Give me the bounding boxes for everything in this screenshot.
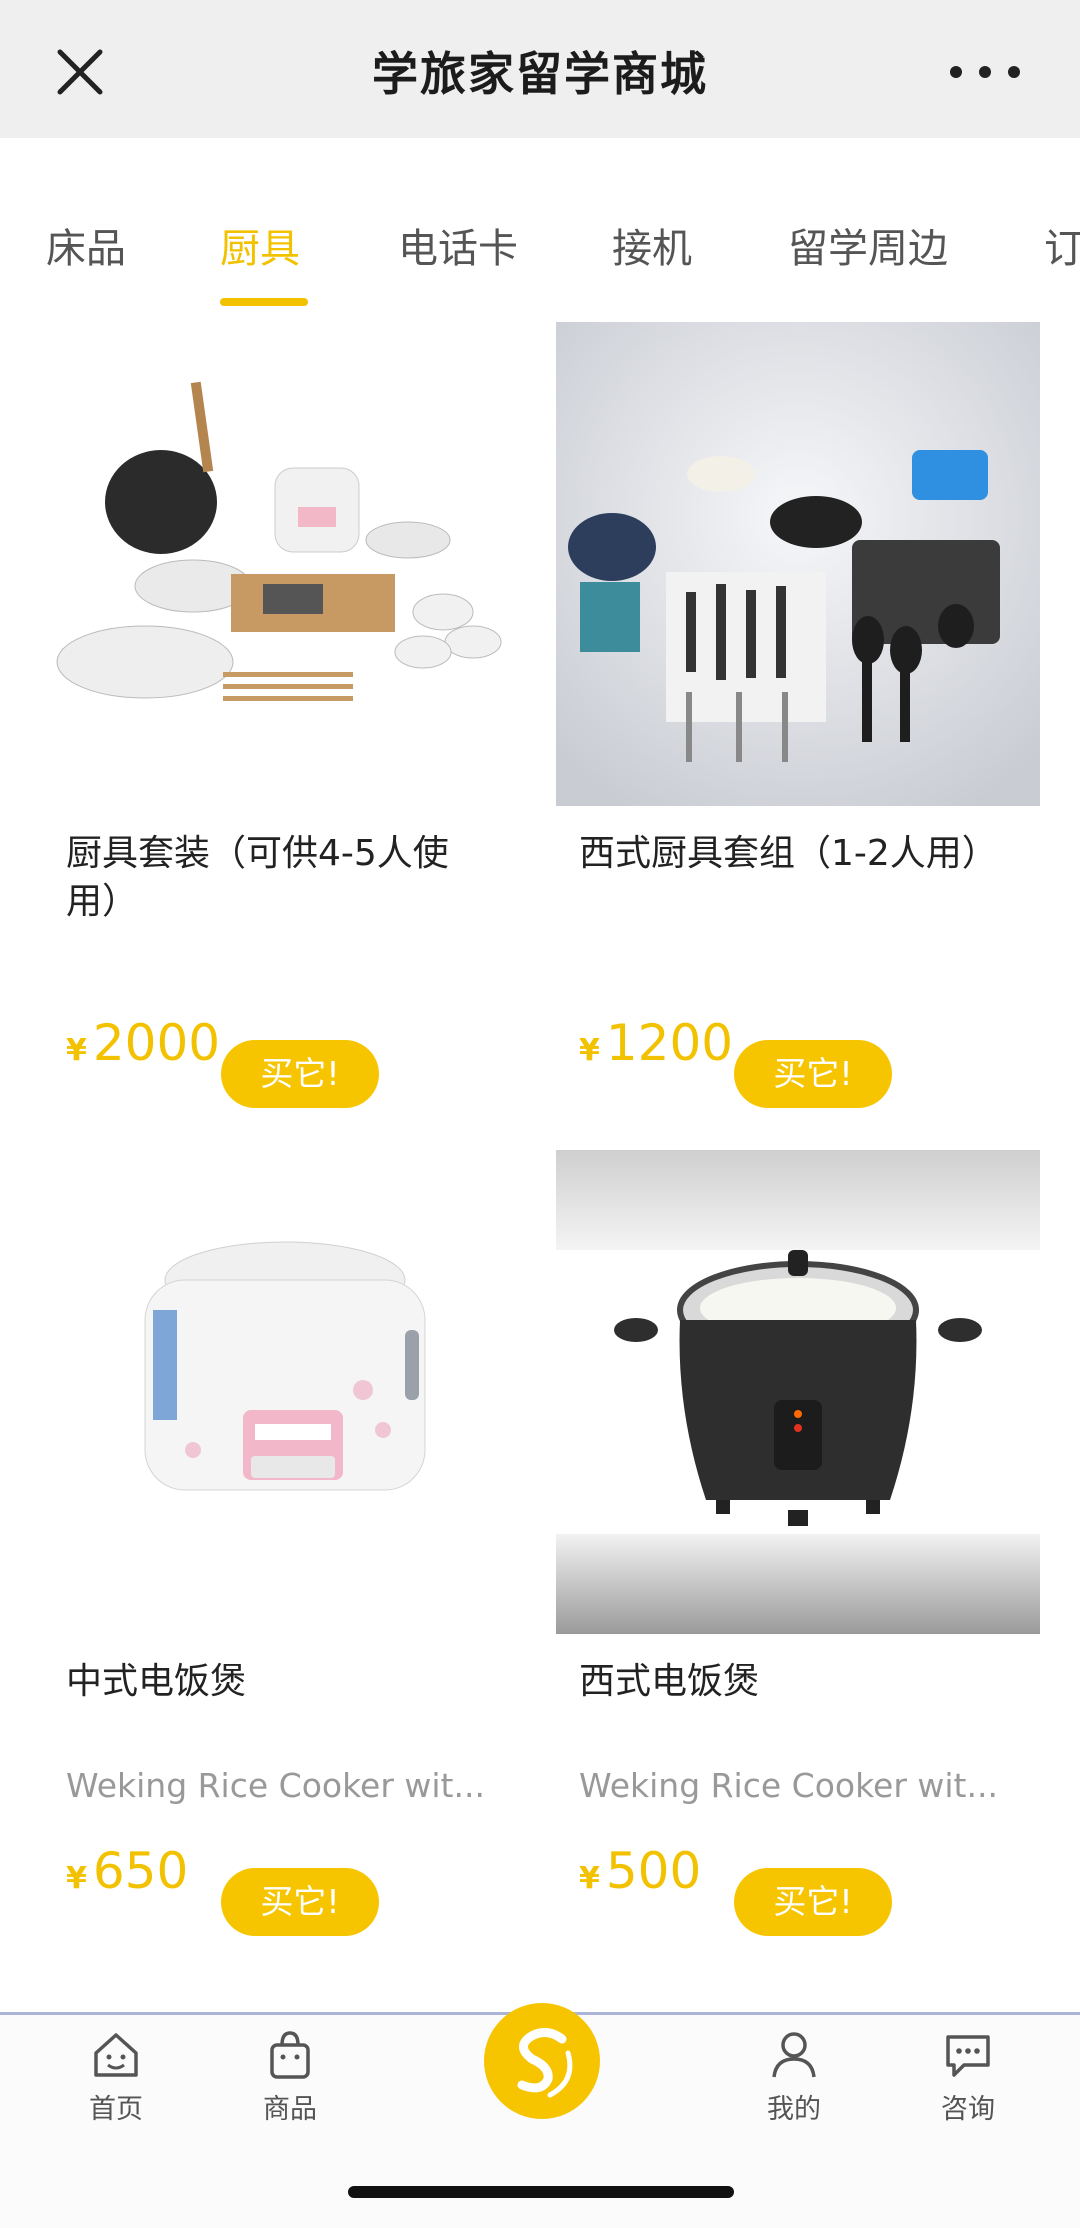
title-bar: 学旅家留学商城 — [0, 0, 1080, 138]
nav-mine-label: 我的 — [767, 2094, 821, 2125]
product-card[interactable]: 中式电饭煲 Weking Rice Cooker wit... ¥650 买它! — [43, 1150, 527, 1970]
product-image-cookware-set[interactable] — [43, 322, 527, 806]
price-value: 500 — [605, 1842, 702, 1900]
brand-logo-icon — [517, 2028, 573, 2098]
product-name[interactable]: 西式厨具套组（1-2人用） — [579, 830, 1009, 878]
currency-symbol: ¥ — [66, 1861, 87, 1896]
product-name[interactable]: 厨具套装（可供4-5人使用） — [66, 830, 496, 926]
product-card[interactable]: 西式电饭煲 Weking Rice Cooker wit... ¥500 买它! — [556, 1150, 1040, 1970]
user-icon — [772, 2032, 816, 2078]
price-value: 650 — [92, 1842, 189, 1900]
active-tab-indicator — [220, 298, 308, 306]
tab-study-abroad-accessories[interactable]: 留学周边 — [788, 216, 948, 274]
currency-symbol: ¥ — [66, 1033, 87, 1068]
product-price: ¥2000 — [66, 1014, 220, 1072]
tab-phone-card[interactable]: 电话卡 — [398, 216, 518, 274]
product-subtitle: Weking Rice Cooker wit... — [66, 1766, 485, 1805]
nav-consult-label: 咨询 — [941, 2094, 995, 2125]
product-subtitle: Weking Rice Cooker wit... — [579, 1766, 998, 1805]
chat-bubble-icon — [946, 2035, 990, 2077]
product-image-chinese-rice-cooker[interactable] — [43, 1150, 527, 1634]
price-value: 2000 — [92, 1014, 221, 1072]
buy-button[interactable]: 买它! — [734, 1040, 892, 1108]
buy-button[interactable]: 买它! — [221, 1040, 379, 1108]
currency-symbol: ¥ — [579, 1861, 600, 1896]
tab-bedding[interactable]: 床品 — [46, 216, 126, 274]
brand-logo-button[interactable] — [484, 2003, 600, 2119]
shopping-bag-icon — [270, 2031, 310, 2079]
product-card[interactable]: 西式厨具套组（1-2人用） ¥1200 买它! — [556, 322, 1040, 1122]
category-tabs: 床品 厨具 电话卡 接机 留学周边 订 — [0, 138, 1080, 318]
product-image-western-cookware-set[interactable] — [556, 322, 1040, 806]
more-horizontal-icon[interactable] — [940, 58, 1030, 86]
nav-products-label: 商品 — [263, 2094, 317, 2125]
nav-home[interactable]: 首页 — [56, 2027, 176, 2126]
product-price: ¥1200 — [579, 1014, 733, 1072]
home-icon — [94, 2033, 138, 2077]
product-name[interactable]: 中式电饭煲 — [66, 1658, 496, 1706]
home-indicator[interactable] — [348, 2186, 734, 2198]
nav-consult[interactable]: 咨询 — [908, 2027, 1028, 2126]
currency-symbol: ¥ — [579, 1033, 600, 1068]
product-card[interactable]: 厨具套装（可供4-5人使用） ¥2000 买它! — [43, 322, 527, 1122]
nav-home-label: 首页 — [89, 2094, 143, 2125]
product-name[interactable]: 西式电饭煲 — [579, 1658, 1009, 1706]
tab-more[interactable]: 订 — [1044, 216, 1080, 274]
product-price: ¥500 — [579, 1842, 701, 1900]
buy-button[interactable]: 买它! — [734, 1868, 892, 1936]
nav-mine[interactable]: 我的 — [734, 2027, 854, 2126]
nav-products[interactable]: 商品 — [230, 2027, 350, 2126]
tab-airport-pickup[interactable]: 接机 — [612, 216, 692, 274]
buy-button[interactable]: 买它! — [221, 1868, 379, 1936]
product-image-western-rice-cooker[interactable] — [556, 1150, 1040, 1634]
page-title: 学旅家留学商城 — [372, 47, 708, 101]
price-value: 1200 — [605, 1014, 734, 1072]
product-price: ¥650 — [66, 1842, 188, 1900]
tab-kitchenware[interactable]: 厨具 — [220, 216, 300, 274]
